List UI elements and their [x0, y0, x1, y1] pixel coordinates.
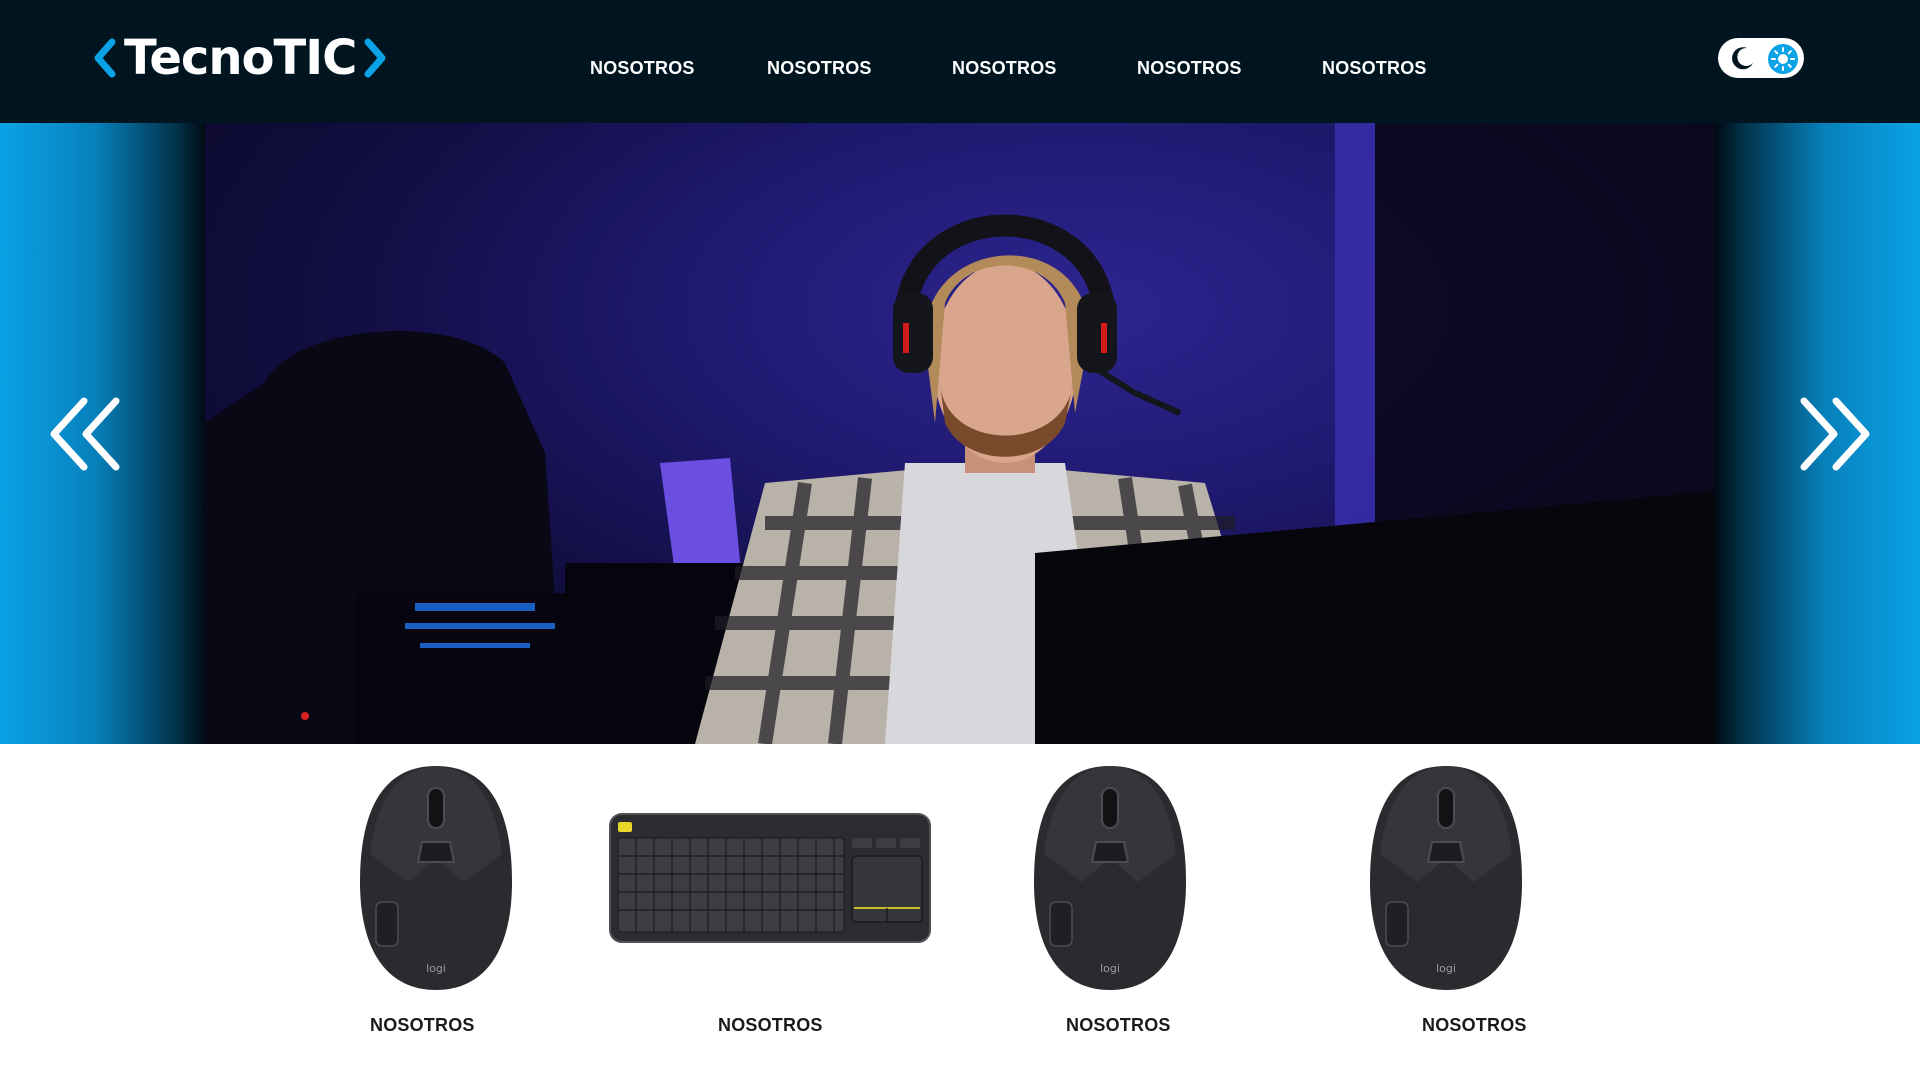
product-label: NOSOTROS	[1422, 1015, 1527, 1035]
product-card[interactable]: logi NOSOTROS	[1010, 744, 1230, 1044]
product-label: NOSOTROS	[718, 1015, 823, 1035]
keyboard-image	[609, 813, 931, 943]
sun-icon	[1768, 44, 1798, 74]
product-label: NOSOTROS	[1066, 1015, 1171, 1035]
product-card[interactable]: NOSOTROS	[600, 744, 940, 1044]
double-chevron-right-icon[interactable]	[1794, 393, 1876, 475]
svg-text:logi: logi	[1436, 962, 1456, 975]
svg-text:logi: logi	[426, 962, 446, 975]
mouse-image: logi	[1034, 766, 1186, 990]
mouse-image: logi	[1370, 766, 1522, 990]
double-chevron-left-icon[interactable]	[44, 393, 126, 475]
site-header: TecnoTIC NOSOTROS NOSOTROS NOSOTROS NOSO…	[0, 0, 1920, 123]
mouse-image: logi	[360, 766, 512, 990]
product-label: NOSOTROS	[370, 1015, 475, 1035]
nav-item-5[interactable]: NOSOTROS	[1322, 56, 1427, 80]
hero-carousel	[0, 123, 1920, 744]
theme-toggle[interactable]	[1718, 38, 1804, 78]
nav-item-4[interactable]: NOSOTROS	[1137, 56, 1242, 80]
nav-item-3[interactable]: NOSOTROS	[952, 56, 1057, 80]
product-grid: logi NOSOTROS NOSOTROS logi NOSOTROS log…	[0, 744, 1920, 1077]
product-card[interactable]: logi NOSOTROS	[340, 744, 560, 1044]
nav-item-2[interactable]: NOSOTROS	[767, 56, 872, 80]
svg-text:logi: logi	[1100, 962, 1120, 975]
nav-item-1[interactable]: NOSOTROS	[590, 56, 695, 80]
main-nav: NOSOTROS NOSOTROS NOSOTROS NOSOTROS NOSO…	[0, 56, 1920, 80]
hero-image	[205, 123, 1715, 744]
product-card[interactable]: logi NOSOTROS	[1350, 744, 1570, 1044]
moon-icon	[1732, 47, 1753, 70]
